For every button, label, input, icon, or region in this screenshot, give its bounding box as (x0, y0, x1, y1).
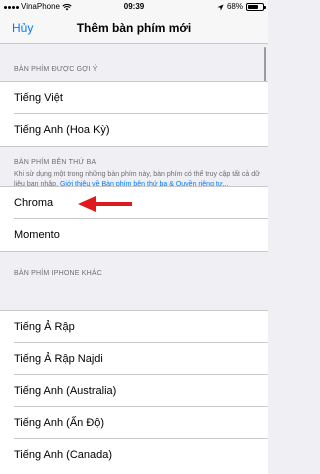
battery-cap (264, 6, 266, 9)
keyboard-row-najdi-arabic[interactable]: Tiếng Ả Rập Najdi (0, 343, 268, 375)
status-bar: VinaPhone 09:39 68% (0, 0, 268, 14)
navigation-bar: Hủy Thêm bàn phím mới (0, 14, 268, 44)
keyboard-row-english-india[interactable]: Tiếng Anh (Ấn Độ) (0, 407, 268, 439)
red-arrow-annotation (78, 196, 132, 212)
page-title: Thêm bàn phím mới (76, 21, 192, 35)
battery-icon (246, 3, 266, 11)
keyboard-row-english-canada[interactable]: Tiếng Anh (Canada) (0, 439, 268, 471)
third-party-keyboard-list: Chroma Momento (0, 186, 268, 252)
section-header-other: BÀN PHÍM IPHONE KHÁC (14, 270, 103, 277)
other-keyboard-list: Tiếng Ả Rập Tiếng Ả Rập Najdi Tiếng Anh … (0, 310, 268, 474)
section-header-third-party: BÀN PHÍM BÊN THỨ BA (14, 159, 97, 166)
keyboard-row-vietnamese[interactable]: Tiếng Việt (0, 82, 268, 114)
status-right: 68% (217, 0, 266, 14)
section-header-suggested: BÀN PHÍM ĐƯỢC GỢI Ý (14, 66, 98, 73)
keyboard-row-arabic[interactable]: Tiếng Ả Rập (0, 311, 268, 343)
screen: VinaPhone 09:39 68% Hủy Thêm bàn phím mớ… (0, 0, 268, 474)
keyboard-row-momento[interactable]: Momento (0, 219, 268, 251)
keyboard-row-chroma[interactable]: Chroma (0, 187, 268, 219)
suggested-keyboard-list: Tiếng Việt Tiếng Anh (Hoa Kỳ) (0, 81, 268, 147)
location-icon (217, 3, 224, 11)
battery-fill (248, 5, 258, 9)
battery-percent: 68% (226, 2, 243, 11)
keyboard-row-english-us[interactable]: Tiếng Anh (Hoa Kỳ) (0, 114, 268, 146)
keyboard-row-english-australia[interactable]: Tiếng Anh (Australia) (0, 375, 268, 407)
